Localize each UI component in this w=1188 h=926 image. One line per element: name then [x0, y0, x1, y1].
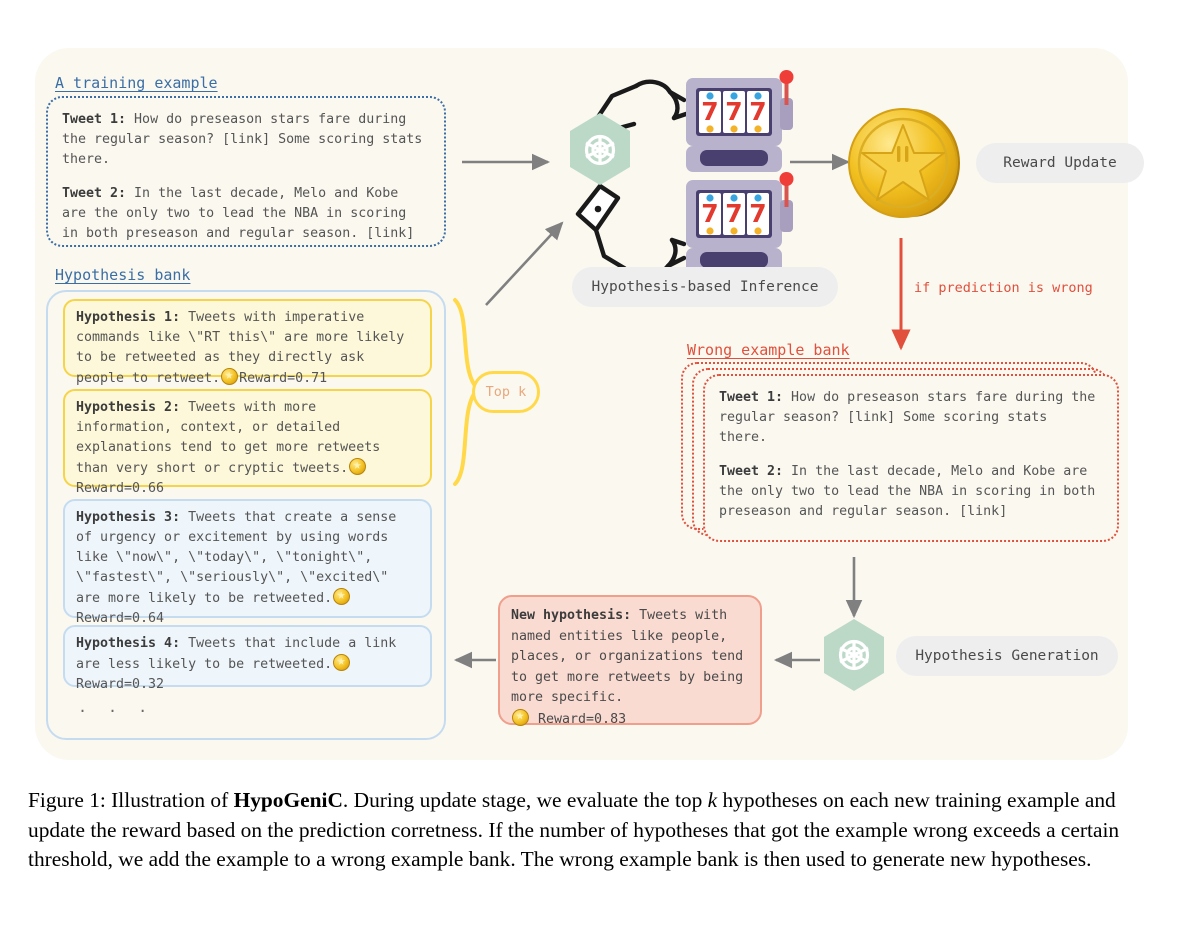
caption-prefix: Figure 1: Illustration of — [28, 788, 234, 812]
hypothesis-2-label: Hypothesis 2: — [76, 400, 181, 415]
training-example-box: Tweet 1: How do preseason stars fare dur… — [46, 96, 446, 247]
wrong-tweet-2-label: Tweet 2: — [719, 464, 784, 479]
hypothesis-4-reward: Reward=0.32 — [76, 677, 165, 692]
hypothesis-3-reward: Reward=0.64 — [76, 611, 165, 626]
new-hypothesis-card[interactable]: New hypothesis: Tweets with named entiti… — [498, 595, 762, 727]
training-example-text: Tweet 1: How do preseason stars fare dur… — [48, 98, 444, 254]
figure-caption: Figure 1: Illustration of HypoGeniC. Dur… — [28, 786, 1162, 875]
hypothesis-3-label: Hypothesis 3: — [76, 510, 181, 525]
new-hypothesis-label: New hypothesis: — [511, 608, 632, 623]
hypothesis-1-reward: Reward=0.71 — [239, 371, 328, 386]
wrong-tweet-1-label: Tweet 1: — [719, 390, 784, 405]
coin-icon — [512, 708, 529, 726]
hypothesis-card-2[interactable]: Hypothesis 2: Tweets with more informati… — [63, 389, 432, 496]
coin-icon — [333, 588, 351, 605]
hypothesis-bank-heading: Hypothesis bank — [55, 266, 191, 284]
hypothesis-2-reward: Reward=0.66 — [76, 481, 165, 496]
figure-canvas: 7 7 7 7 7 7 A training example Tweet 1: … — [0, 0, 1188, 926]
hypothesis-card-3[interactable]: Hypothesis 3: Tweets that create a sense… — [63, 499, 432, 626]
wrong-example-bank-box: Tweet 1: How do preseason stars fare dur… — [703, 374, 1119, 542]
coin-icon — [221, 368, 239, 385]
coin-icon — [333, 654, 351, 671]
training-example-heading: A training example — [55, 74, 218, 92]
hypothesis-bank-ellipsis: . . . — [78, 698, 154, 716]
hypothesis-card-4[interactable]: Hypothesis 4: Tweets that include a link… — [63, 625, 432, 692]
hypothesis-1-label: Hypothesis 1: — [76, 310, 181, 325]
reward-update-label: Reward Update — [976, 143, 1144, 183]
if-prediction-is-wrong-note: if prediction is wrong — [914, 280, 1093, 296]
top-k-badge: Top k — [472, 371, 540, 413]
hypothesis-card-1[interactable]: Hypothesis 1: Tweets with imperative com… — [63, 299, 432, 386]
coin-icon — [349, 458, 367, 475]
wrong-example-text: Tweet 1: How do preseason stars fare dur… — [705, 376, 1117, 532]
caption-k-symbol: k — [707, 788, 718, 812]
caption-method-name: HypoGeniC — [233, 788, 343, 812]
tweet-2-label: Tweet 2: — [62, 186, 127, 201]
new-hypothesis-reward: Reward=0.83 — [538, 711, 627, 727]
caption-rest-1: . During update stage, we evaluate the t… — [342, 788, 708, 812]
hypothesis-based-inference-label: Hypothesis-based Inference — [572, 267, 838, 307]
hypothesis-generation-label: Hypothesis Generation — [896, 636, 1118, 676]
wrong-example-bank-heading: Wrong example bank — [687, 341, 850, 359]
hypothesis-4-label: Hypothesis 4: — [76, 636, 181, 651]
tweet-1-label: Tweet 1: — [62, 112, 127, 127]
